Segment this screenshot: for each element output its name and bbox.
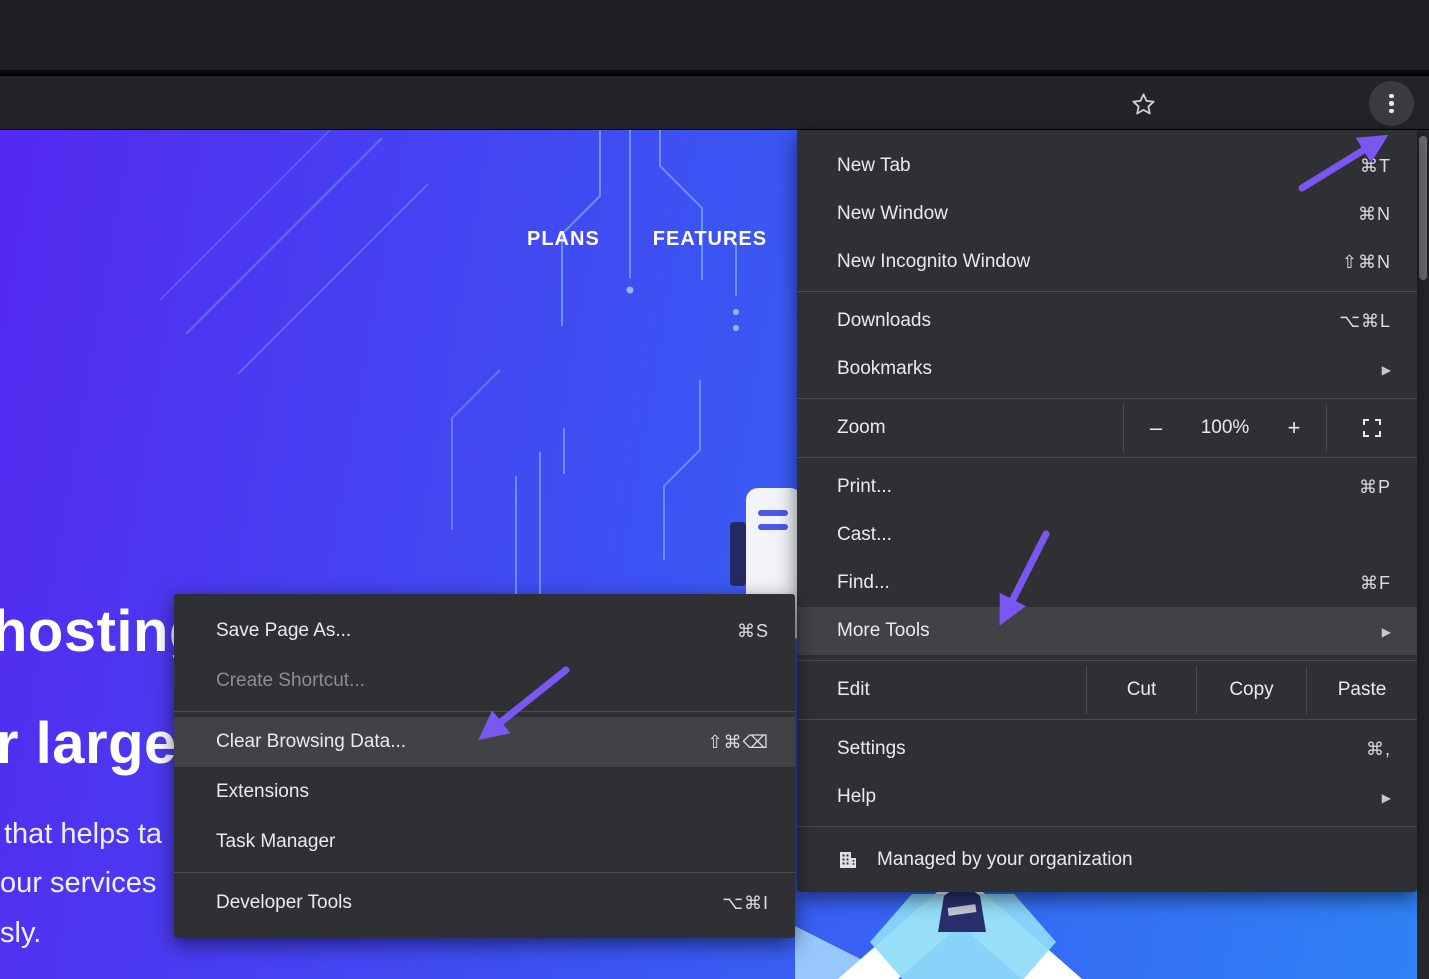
submenu-item-task-manager[interactable]: Task Manager [174,817,795,867]
chevron-right-icon [1382,786,1391,808]
edit-actions: Cut Copy Paste [1086,666,1417,714]
menu-item-label: Clear Browsing Data... [216,731,406,753]
edit-cut-button[interactable]: Cut [1086,666,1196,714]
hero-heading-line2: r large [0,710,177,777]
edit-copy-button[interactable]: Copy [1196,666,1306,714]
menu-item-label: Bookmarks [837,358,932,380]
menu-item-managed-by-organization[interactable]: Managed by your organization [797,832,1417,888]
hero-paragraph-line3: sly. [0,917,41,950]
submenu-item-extensions[interactable]: Extensions [174,767,795,817]
menu-item-downloads[interactable]: Downloads ⌥⌘L [797,297,1417,345]
menu-item-shortcut: ⇧⌘⌫ [707,732,769,753]
menu-item-label: Print... [837,476,892,498]
menu-item-shortcut: ⌘, [1366,739,1391,760]
menu-item-more-tools[interactable]: More Tools [797,607,1417,655]
chevron-right-icon [1382,358,1391,380]
menu-item-shortcut: ⌥⌘I [722,893,769,914]
menu-item-label: New Tab [837,155,911,177]
nav-plans-link[interactable]: PLANS [527,228,600,251]
menu-item-label: Task Manager [216,831,335,853]
menu-separator [797,457,1417,458]
menu-item-label: Find... [837,572,890,594]
menu-separator [797,398,1417,399]
chevron-right-icon [1382,620,1391,642]
browser-toolbar [0,76,1429,130]
zoom-level-value: 100% [1188,417,1262,439]
menu-item-new-window[interactable]: New Window ⌘N [797,190,1417,238]
page-scrollbar-track[interactable] [1417,130,1429,979]
menu-item-shortcut: ⌘S [737,621,769,642]
more-tools-submenu: Save Page As... ⌘S Create Shortcut... Cl… [174,594,795,938]
kebab-dot [1389,109,1394,114]
site-nav: PLANS FEATURES [527,228,767,251]
menu-item-bookmarks[interactable]: Bookmarks [797,345,1417,393]
menu-item-label: Managed by your organization [877,849,1133,871]
menu-item-zoom: Zoom – 100% + [797,404,1417,452]
menu-item-shortcut: ⌘T [1360,156,1391,177]
menu-item-find[interactable]: Find... ⌘F [797,559,1417,607]
menu-item-label: New Incognito Window [837,251,1030,273]
menu-item-shortcut: ⇧⌘N [1342,252,1391,273]
menu-separator [797,826,1417,827]
organization-building-icon [837,849,859,871]
menu-separator [174,872,795,873]
chrome-main-menu: New Tab ⌘T New Window ⌘N New Incognito W… [797,130,1417,892]
menu-item-print[interactable]: Print... ⌘P [797,463,1417,511]
menu-item-label: Save Page As... [216,620,351,642]
menu-item-settings[interactable]: Settings ⌘, [797,725,1417,773]
menu-item-label: Downloads [837,310,931,332]
menu-item-cast[interactable]: Cast... [797,511,1417,559]
browser-menu-button[interactable] [1369,81,1414,126]
menu-item-label: New Window [837,203,948,225]
hero-paragraph-line2: our services [0,867,156,900]
kebab-dot [1389,94,1394,99]
menu-separator [797,719,1417,720]
zoom-controls: – 100% + [1123,404,1417,452]
bookmark-star-icon[interactable] [1127,88,1159,120]
menu-item-shortcut: ⌘N [1358,204,1391,225]
menu-item-label: Create Shortcut... [216,670,365,692]
menu-item-label: Extensions [216,781,309,803]
menu-separator [797,291,1417,292]
fullscreen-icon [1361,417,1383,439]
page-scrollbar-thumb[interactable] [1419,136,1427,280]
menu-item-shortcut: ⌘F [1360,573,1391,594]
zoom-label: Zoom [837,417,886,439]
zoom-in-button[interactable]: + [1262,404,1326,452]
fullscreen-button[interactable] [1327,404,1417,452]
menu-item-label: Help [837,786,876,808]
menu-item-shortcut: ⌥⌘L [1339,311,1391,332]
menu-item-new-incognito-window[interactable]: New Incognito Window ⇧⌘N [797,238,1417,286]
menu-item-shortcut: ⌘P [1359,477,1391,498]
kebab-dot [1389,101,1394,106]
submenu-item-clear-browsing-data[interactable]: Clear Browsing Data... ⇧⌘⌫ [174,717,795,767]
submenu-item-create-shortcut: Create Shortcut... [174,656,795,706]
browser-tab-strip [0,0,1429,73]
edit-paste-button[interactable]: Paste [1306,666,1417,714]
zoom-out-button[interactable]: – [1124,404,1188,452]
hero-paragraph-line1: that helps ta [4,818,162,851]
star-outline-glyph [1130,91,1157,118]
submenu-item-save-page-as[interactable]: Save Page As... ⌘S [174,606,795,656]
menu-item-label: Settings [837,738,906,760]
menu-item-edit: Edit Cut Copy Paste [797,666,1417,714]
submenu-item-developer-tools[interactable]: Developer Tools ⌥⌘I [174,878,795,928]
menu-item-label: Developer Tools [216,892,352,914]
menu-separator [797,660,1417,661]
menu-item-label: Cast... [837,524,892,546]
menu-item-new-tab[interactable]: New Tab ⌘T [797,142,1417,190]
menu-separator [174,711,795,712]
nav-features-link[interactable]: FEATURES [653,228,767,251]
menu-item-help[interactable]: Help [797,773,1417,821]
edit-label: Edit [837,679,870,701]
menu-item-label: More Tools [837,620,930,642]
